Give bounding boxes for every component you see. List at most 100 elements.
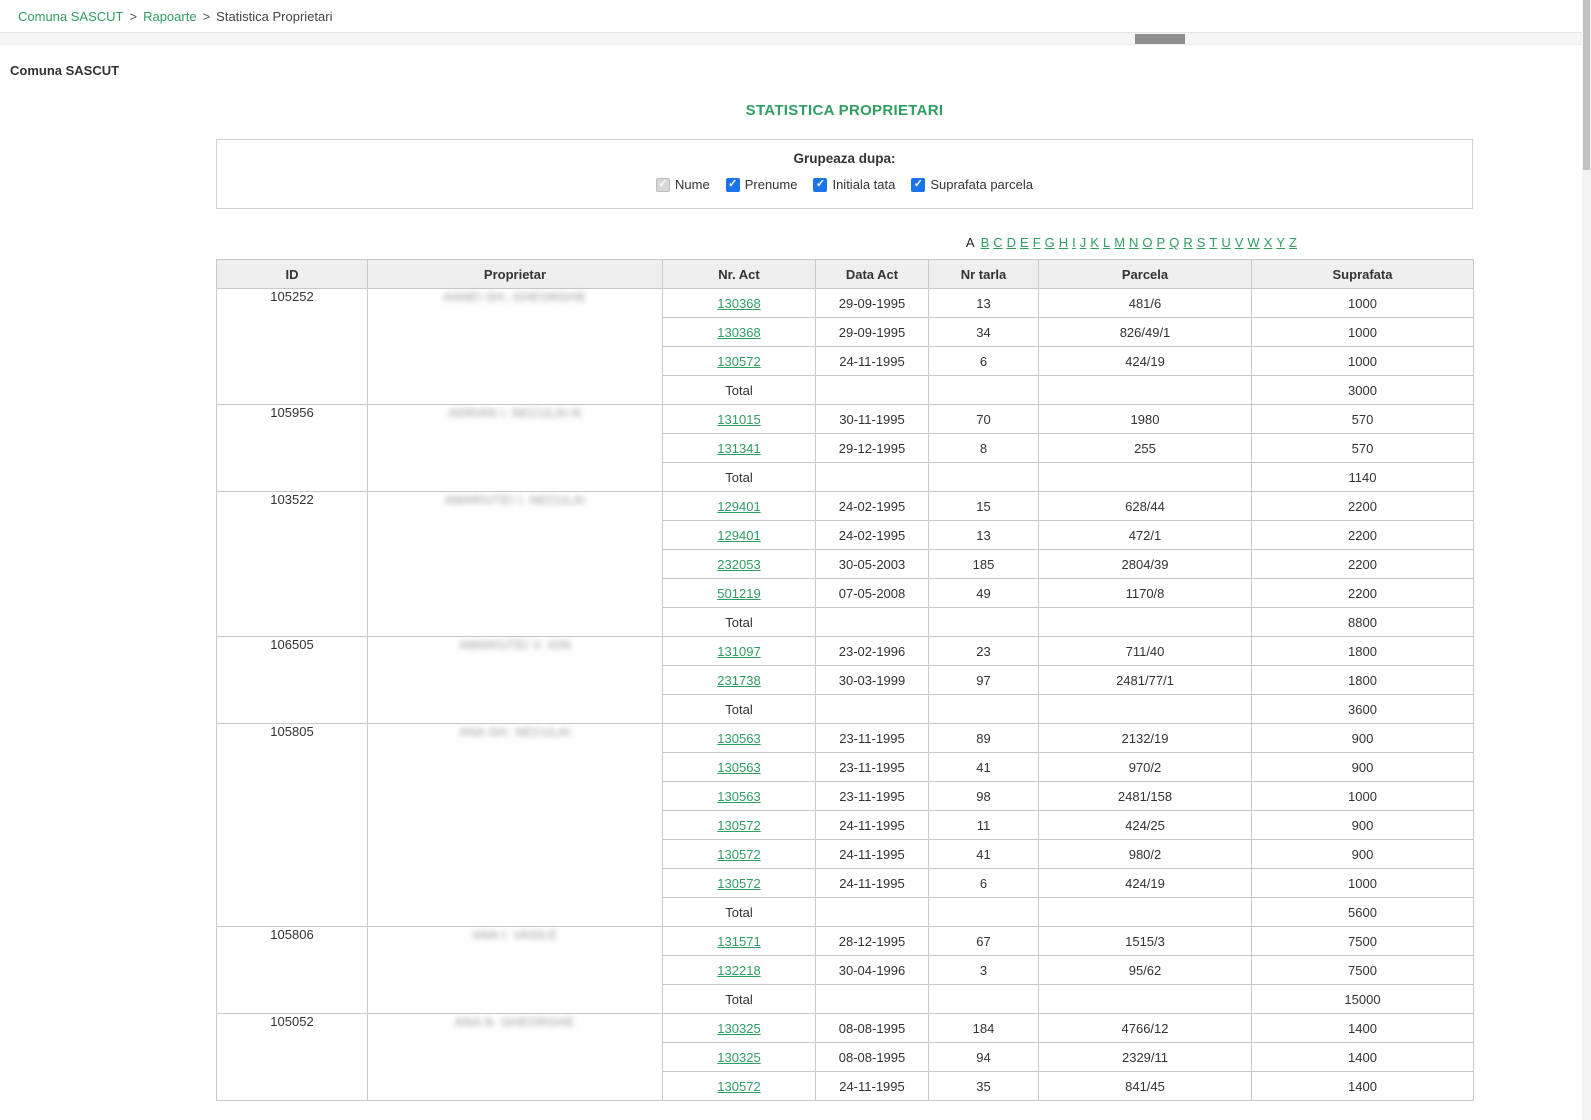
alphabet-link-M[interactable]: M [1114,235,1125,250]
vertical-scrollbar-thumb[interactable] [1583,0,1590,170]
alphabet-link-G[interactable]: G [1045,235,1055,250]
horizontal-scrollbar-thumb[interactable] [1135,34,1185,44]
alphabet-link-H[interactable]: H [1059,235,1068,250]
total-label-cell: Total [663,695,816,724]
total-label-cell: Total [663,985,816,1014]
data-act-cell: 24-11-1995 [816,1072,929,1101]
act-link[interactable]: 130572 [717,818,760,833]
nr-act-cell: 130563 [663,724,816,753]
alphabet-link-L[interactable]: L [1103,235,1110,250]
act-link[interactable]: 231738 [717,673,760,688]
breadcrumb-link-comuna[interactable]: Comuna SASCUT [18,9,123,24]
alphabet-link-N[interactable]: N [1129,235,1138,250]
nr-tarla-cell: 97 [929,666,1039,695]
alphabet-link-E[interactable]: E [1020,235,1029,250]
suprafata-cell: 2200 [1252,550,1474,579]
act-link[interactable]: 130572 [717,354,760,369]
alphabet-link-R[interactable]: R [1183,235,1192,250]
parcela-cell: 255 [1039,434,1252,463]
breadcrumb-link-rapoarte[interactable]: Rapoarte [143,9,196,24]
parcela-cell: 841/45 [1039,1072,1252,1101]
act-link[interactable]: 129401 [717,499,760,514]
act-link[interactable]: 130563 [717,760,760,775]
alphabet-link-F[interactable]: F [1033,235,1041,250]
alphabet-link-B[interactable]: B [981,235,990,250]
alphabet-link-D[interactable]: D [1007,235,1016,250]
alphabet-link-S[interactable]: S [1197,235,1206,250]
column-header-id: ID [217,260,368,289]
act-link[interactable]: 130572 [717,876,760,891]
parcela-cell: 980/2 [1039,840,1252,869]
act-link[interactable]: 130563 [717,789,760,804]
owner-name-cell: ANA N. GHEORGHE [368,1014,663,1101]
checkbox-suprafata-parcela[interactable]: ✓ [911,178,925,192]
alphabet-link-V[interactable]: V [1235,235,1244,250]
nr-tarla-cell: 6 [929,869,1039,898]
alphabet-link-X[interactable]: X [1264,235,1273,250]
nr-act-cell: 129401 [663,521,816,550]
checkbox-nume: ✓ [656,178,670,192]
data-act-cell: 23-02-1996 [816,637,929,666]
alphabet-link-I[interactable]: I [1072,235,1076,250]
act-link[interactable]: 130325 [717,1021,760,1036]
suprafata-cell: 2200 [1252,492,1474,521]
vertical-scrollbar[interactable] [1582,0,1591,1120]
act-link[interactable]: 131015 [717,412,760,427]
checkbox-prenume[interactable]: ✓ [726,178,740,192]
act-link[interactable]: 130368 [717,296,760,311]
act-link[interactable]: 130368 [717,325,760,340]
main-content: STATISTICA PROPRIETARI Grupeaza dupa: ✓N… [216,102,1473,1101]
data-act-cell: 28-12-1995 [816,927,929,956]
group-by-option-suprafata-parcela[interactable]: ✓Suprafata parcela [911,177,1033,192]
suprafata-cell: 570 [1252,434,1474,463]
act-link[interactable]: 129401 [717,528,760,543]
alphabet-link-Q[interactable]: Q [1169,235,1179,250]
alphabet-link-P[interactable]: P [1157,235,1166,250]
checkbox-initiala-tata[interactable]: ✓ [813,178,827,192]
act-link[interactable]: 132218 [717,963,760,978]
act-row: 106505AMARIUTEI V. ION13109723-02-199623… [217,637,1474,666]
alphabet-link-C[interactable]: C [993,235,1002,250]
nr-act-cell: 129401 [663,492,816,521]
data-act-cell: 23-11-1995 [816,753,929,782]
nr-tarla-cell: 11 [929,811,1039,840]
act-link[interactable]: 131097 [717,644,760,659]
act-link[interactable]: 130325 [717,1050,760,1065]
empty-cell [816,376,929,405]
page-title: STATISTICA PROPRIETARI [216,102,1473,119]
alphabet-link-U[interactable]: U [1221,235,1230,250]
suprafata-cell: 1000 [1252,289,1474,318]
act-link[interactable]: 131571 [717,934,760,949]
alphabet-link-W[interactable]: W [1247,235,1259,250]
parcela-cell: 472/1 [1039,521,1252,550]
act-row: 105052ANA N. GHEORGHE13032508-08-1995184… [217,1014,1474,1043]
act-link[interactable]: 232053 [717,557,760,572]
empty-cell [1039,463,1252,492]
alphabet-link-J[interactable]: J [1080,235,1087,250]
table-body: 105252AANEI GH. GHEORGHE13036829-09-1995… [217,289,1474,1101]
act-link[interactable]: 130572 [717,847,760,862]
alphabet-link-T[interactable]: T [1209,235,1217,250]
act-link[interactable]: 130572 [717,1079,760,1094]
act-link[interactable]: 130563 [717,731,760,746]
parcela-cell: 424/19 [1039,869,1252,898]
nr-tarla-cell: 41 [929,840,1039,869]
alphabet-link-Y[interactable]: Y [1276,235,1285,250]
nr-tarla-cell: 3 [929,956,1039,985]
nr-tarla-cell: 23 [929,637,1039,666]
data-act-cell: 30-11-1995 [816,405,929,434]
owner-name-cell: AANEI GH. GHEORGHE [368,289,663,405]
owner-name: ANA GH. NECULAI [459,725,571,739]
alphabet-link-Z[interactable]: Z [1289,235,1297,250]
alphabet-link-K[interactable]: K [1090,235,1099,250]
alphabet-link-O[interactable]: O [1142,235,1152,250]
act-link[interactable]: 131341 [717,441,760,456]
data-act-cell: 23-11-1995 [816,724,929,753]
act-link[interactable]: 501219 [717,586,760,601]
horizontal-scrollbar[interactable] [0,33,1591,45]
group-by-option-prenume[interactable]: ✓Prenume [726,177,798,192]
empty-cell [816,985,929,1014]
nr-tarla-cell: 185 [929,550,1039,579]
group-by-option-initiala-tata[interactable]: ✓Initiala tata [813,177,895,192]
breadcrumb-current: Statistica Proprietari [216,9,332,24]
